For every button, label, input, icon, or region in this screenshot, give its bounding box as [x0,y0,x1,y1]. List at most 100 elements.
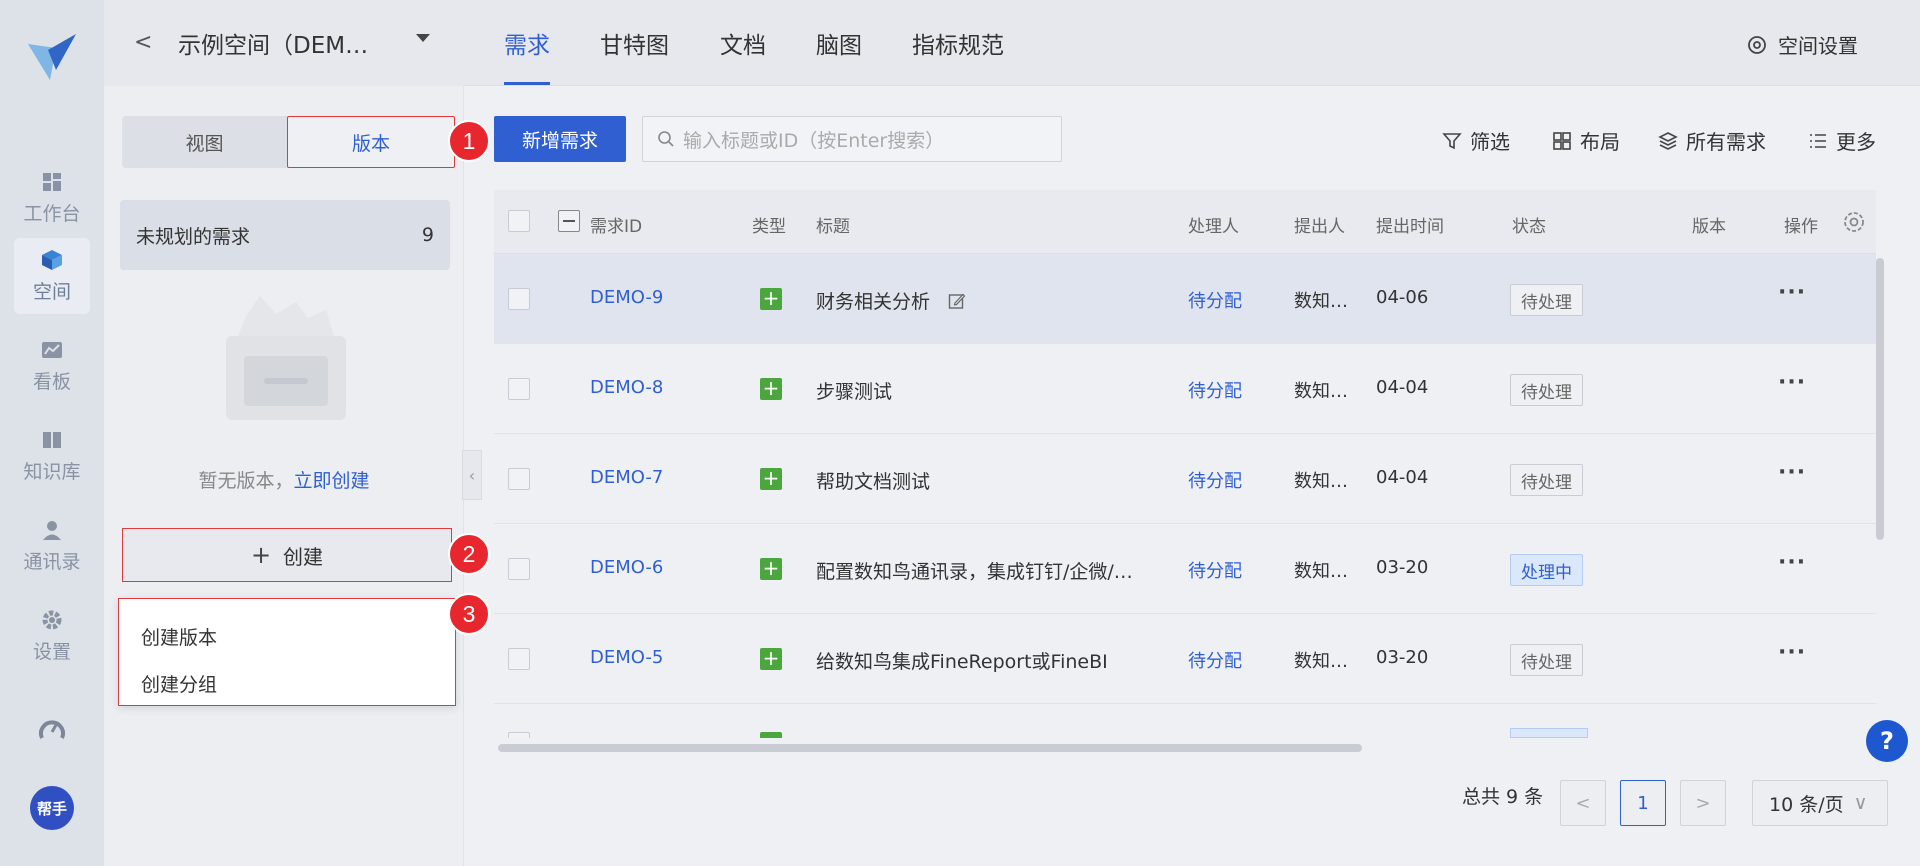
table-row[interactable]: DEMO-9 + 财务相关分析 待分配 数知… 04-06 待处理 ··· [494,254,1876,344]
row-checkbox[interactable] [508,288,530,310]
row-checkbox[interactable] [508,558,530,580]
rail-item-board[interactable]: 看板 [14,328,90,404]
gear-icon [1748,35,1766,54]
row-more-icon[interactable]: ··· [1778,280,1806,305]
horizontal-scrollbar[interactable] [498,744,1362,752]
app-logo-icon[interactable] [26,30,78,82]
status-badge[interactable]: 处理中 [1510,554,1583,586]
filter-button[interactable]: 筛选 [1442,126,1510,155]
prev-page-button[interactable]: < [1560,780,1606,826]
tab-version[interactable]: 版本 [287,116,455,168]
requirements-table: 需求ID 类型 标题 处理人 提出人 提出时间 状态 版本 操作 DEMO-9 … [494,190,1876,738]
caret-down-icon[interactable] [416,34,430,42]
tab-gantt[interactable]: 甘特图 [600,26,669,60]
status-badge[interactable]: 待处理 [1510,284,1583,316]
layout-button[interactable]: 布局 [1552,126,1620,155]
row-time: 04-04 [1376,377,1429,398]
column-settings-icon[interactable] [1842,210,1866,234]
row-id[interactable]: DEMO-6 [590,557,663,578]
row-proposer: 数知… [1294,651,1348,672]
tab-mindmap[interactable]: 脑图 [816,26,862,60]
table-row[interactable]: DEMO-7 + 帮助文档测试 待分配 数知… 04-04 待处理 ··· [494,434,1876,524]
row-title[interactable]: 给数知鸟集成FineReport或FineBI [816,647,1108,674]
row-checkbox[interactable] [508,468,530,490]
row-title[interactable]: 配置数知鸟通讯录，集成钉钉/企微/… [816,557,1133,584]
row-title[interactable]: 财务相关分析 [816,287,966,314]
layers-icon [1658,131,1678,150]
tab-requirements[interactable]: 需求 [504,26,550,60]
gear-icon [42,610,62,629]
row-assignee[interactable]: 待分配 [1188,467,1242,493]
row-more-icon[interactable]: ··· [1778,550,1806,575]
tab-docs[interactable]: 文档 [720,26,766,60]
collapse-all-icon[interactable] [558,210,580,232]
unplanned-label: 未规划的需求 [136,225,251,248]
grid-icon [43,172,61,191]
active-tab-indicator [504,82,550,85]
dashboard-gauge-icon[interactable] [38,716,66,744]
requirement-type-icon: + [760,648,782,670]
row-title[interactable]: 步骤测试 [816,377,892,404]
space-name[interactable]: 示例空间（DEM… [178,26,368,60]
unplanned-requirements[interactable]: 未规划的需求 9 [120,200,450,270]
vertical-scrollbar[interactable] [1876,258,1884,540]
annotation-badge-1: 1 [448,120,490,162]
create-now-link[interactable]: 立即创建 [294,470,370,492]
header-time: 提出时间 [1376,217,1444,237]
status-badge[interactable]: 待处理 [1510,644,1583,676]
new-requirement-button[interactable]: 新增需求 [494,116,626,162]
space-settings-button[interactable]: 空间设置 [1746,30,1858,59]
status-badge[interactable]: 待处理 [1510,464,1583,496]
row-assignee[interactable]: 待分配 [1188,287,1242,313]
more-button[interactable]: 更多 [1808,126,1876,155]
rail-item-contacts[interactable]: 通讯录 [14,508,90,584]
menu-item-create-group[interactable]: 创建分组 [119,660,455,707]
next-page-button[interactable]: > [1680,780,1726,826]
help-button[interactable]: ? [1866,720,1908,762]
requirement-type-icon: + [760,288,782,310]
row-id[interactable]: DEMO-5 [590,647,663,668]
page-number[interactable]: 1 [1620,780,1666,826]
rail-item-workbench[interactable]: 工作台 [14,160,90,236]
requirement-type-icon [760,732,782,738]
table-row[interactable]: DEMO-6 + 配置数知鸟通讯录，集成钉钉/企微/… 待分配 数知… 03-2… [494,524,1876,614]
row-checkbox[interactable] [508,378,530,400]
annotation-badge-3: 3 [448,593,490,635]
helper-avatar[interactable]: 帮手 [30,786,74,830]
row-more-icon[interactable]: ··· [1778,370,1806,395]
left-rail: 工作台 空间 看板 知识库 通讯录 设置 帮手 [0,0,104,866]
row-id[interactable]: DEMO-9 [590,287,663,308]
page-size-select[interactable]: 10 条/页 ∨ [1752,780,1888,826]
view-version-switch: 视图 版本 [122,116,455,168]
row-id[interactable]: DEMO-7 [590,467,663,488]
table-row[interactable]: DEMO-5 + 给数知鸟集成FineReport或FineBI 待分配 数知…… [494,614,1876,704]
tab-view[interactable]: 视图 [122,116,287,168]
rail-item-settings[interactable]: 设置 [14,598,90,674]
tab-metrics[interactable]: 指标规范 [912,26,1004,60]
row-assignee[interactable]: 待分配 [1188,557,1242,583]
row-id[interactable]: DEMO-8 [590,377,663,398]
menu-item-create-version[interactable]: 创建版本 [119,613,455,660]
search-input[interactable]: 输入标题或ID（按Enter搜索） [642,116,1062,162]
row-more-icon[interactable]: ··· [1778,640,1806,665]
row-checkbox[interactable] [508,648,530,670]
table-row[interactable]: DEMO-8 + 步骤测试 待分配 数知… 04-04 待处理 ··· [494,344,1876,434]
row-checkbox[interactable] [508,732,530,738]
row-assignee[interactable]: 待分配 [1188,647,1242,673]
row-more-icon[interactable]: ··· [1778,460,1806,485]
back-chevron-icon[interactable]: < [134,30,152,55]
table-header: 需求ID 类型 标题 处理人 提出人 提出时间 状态 版本 操作 [494,190,1876,254]
row-title[interactable]: 帮助文档测试 [816,467,930,494]
header-title: 标题 [816,217,850,237]
all-requirements-button[interactable]: 所有需求 [1658,126,1766,155]
status-badge[interactable]: 待处理 [1510,374,1583,406]
collapse-panel-handle[interactable]: ‹ [462,450,482,500]
select-all-checkbox[interactable] [508,210,530,232]
rail-item-knowledge[interactable]: 知识库 [14,418,90,494]
edit-icon[interactable] [948,292,966,310]
row-time: 04-06 [1376,287,1429,308]
cube-icon [42,249,62,270]
row-assignee[interactable]: 待分配 [1188,377,1242,403]
rail-item-space[interactable]: 空间 [14,238,90,314]
create-button[interactable]: + 创建 [122,528,452,582]
